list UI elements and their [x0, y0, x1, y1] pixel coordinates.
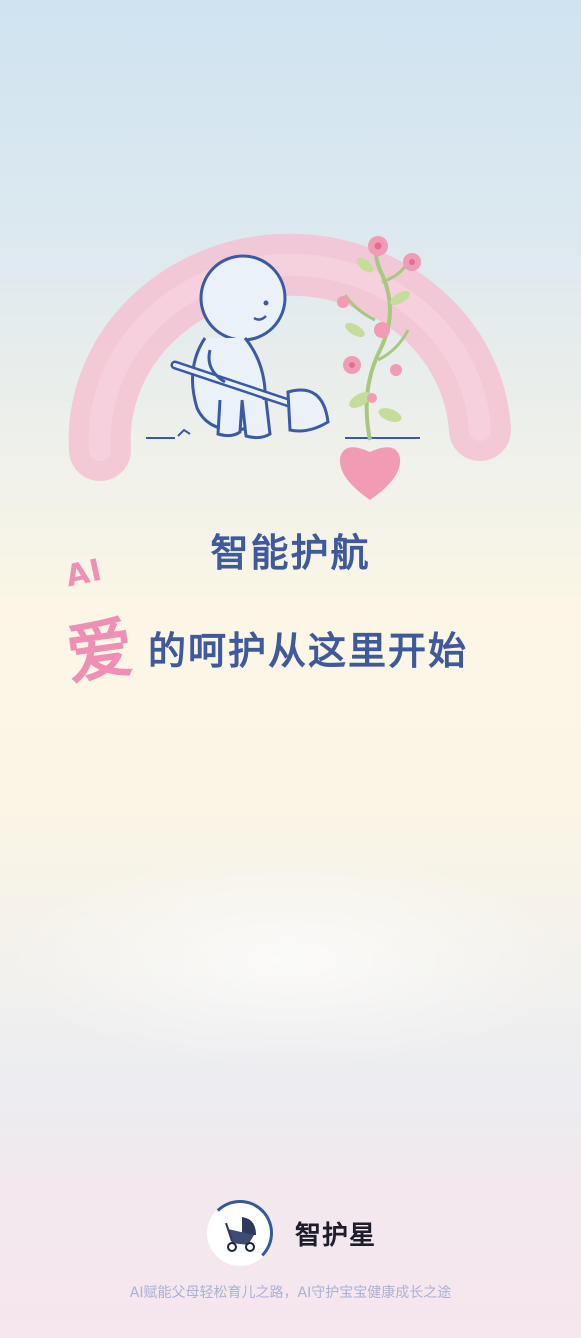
brand-tagline: AI赋能父母轻松育儿之路，AI守护宝宝健康成长之途	[129, 1285, 452, 1301]
brand-name: 智护星	[295, 1220, 377, 1251]
brand-block: 智护星	[207, 1198, 376, 1268]
rainbow-gardener-illustration	[68, 233, 511, 500]
background-haze	[0, 850, 581, 1070]
app-logo	[207, 1200, 273, 1266]
stroller-icon	[225, 1217, 256, 1252]
hero-subtitle: 的呵护从这里开始	[148, 629, 469, 673]
ai-love-char: 爱	[61, 608, 138, 695]
splash-screen: 智能护航 AI 爱 的呵护从这里开始 智护星 AI赋能父母轻松育儿之路，AI守护…	[0, 0, 581, 1338]
ai-tag: AI	[62, 552, 106, 595]
